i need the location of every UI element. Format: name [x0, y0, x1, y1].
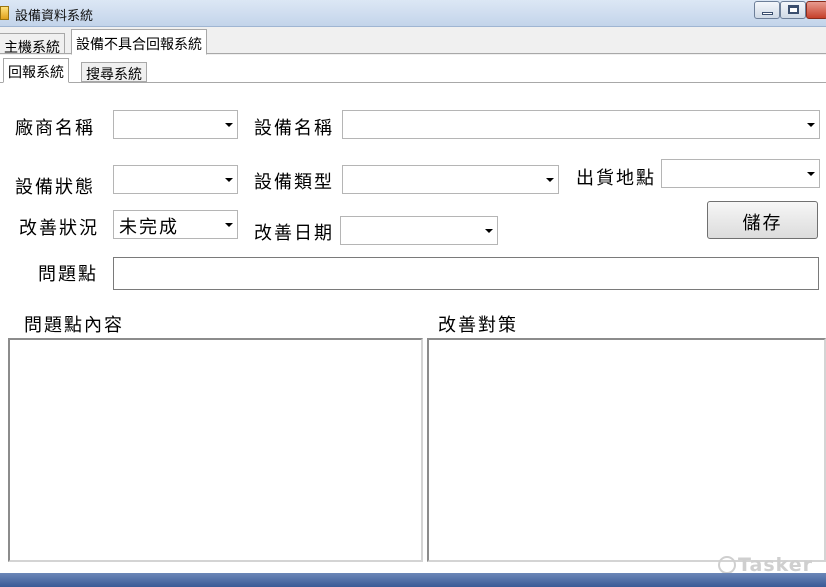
window-title: 設備資料系統	[15, 9, 94, 24]
chevron-down-icon	[807, 123, 815, 127]
vendor-label: 廠商名稱	[15, 118, 95, 139]
tab-report-system[interactable]: 回報系統	[3, 58, 69, 83]
maximize-icon	[788, 5, 799, 14]
improvement-date-picker[interactable]	[340, 216, 498, 245]
title-bar: 設備資料系統	[0, 0, 826, 27]
minimize-icon	[762, 12, 773, 15]
countermeasure-textarea[interactable]	[427, 338, 826, 562]
chevron-down-icon	[485, 229, 493, 233]
chevron-down-icon	[225, 123, 233, 127]
taskbar-strip	[0, 573, 826, 587]
close-button[interactable]	[806, 1, 826, 19]
tab-search-system[interactable]: 搜尋系統	[81, 62, 147, 83]
chevron-down-icon	[225, 178, 233, 182]
equipment-type-select[interactable]	[342, 165, 559, 194]
equipment-status-label: 設備狀態	[15, 177, 95, 198]
maximize-button[interactable]	[780, 1, 806, 19]
countermeasure-label: 改善對策	[438, 315, 518, 336]
improvement-status-value: 未完成	[119, 217, 179, 238]
problem-point-input[interactable]	[113, 257, 819, 290]
equipment-name-label: 設備名稱	[254, 118, 334, 139]
equipment-name-select[interactable]	[342, 110, 820, 139]
vendor-select[interactable]	[113, 110, 238, 139]
save-button[interactable]: 儲存	[707, 201, 818, 239]
app-icon	[0, 6, 9, 20]
chevron-down-icon	[807, 172, 815, 176]
equipment-type-label: 設備類型	[254, 172, 334, 193]
shipping-location-label: 出貨地點	[576, 168, 656, 189]
improvement-date-label: 改善日期	[254, 223, 334, 244]
chevron-down-icon	[225, 223, 233, 227]
tasker-logo-icon	[718, 556, 736, 574]
improvement-status-label: 改善狀況	[19, 218, 99, 239]
problem-content-label: 問題點內容	[24, 315, 124, 336]
minimize-button[interactable]	[754, 1, 780, 19]
problem-content-textarea[interactable]	[8, 338, 423, 562]
equipment-status-select[interactable]	[113, 165, 238, 194]
tab-host-system[interactable]: 主機系統	[0, 33, 65, 56]
chevron-down-icon	[546, 178, 554, 182]
improvement-status-select[interactable]: 未完成	[113, 210, 238, 239]
tab-equipment-defect-report[interactable]: 設備不具合回報系統	[71, 29, 207, 55]
shipping-location-select[interactable]	[661, 159, 820, 188]
problem-point-label: 問題點	[38, 264, 98, 285]
